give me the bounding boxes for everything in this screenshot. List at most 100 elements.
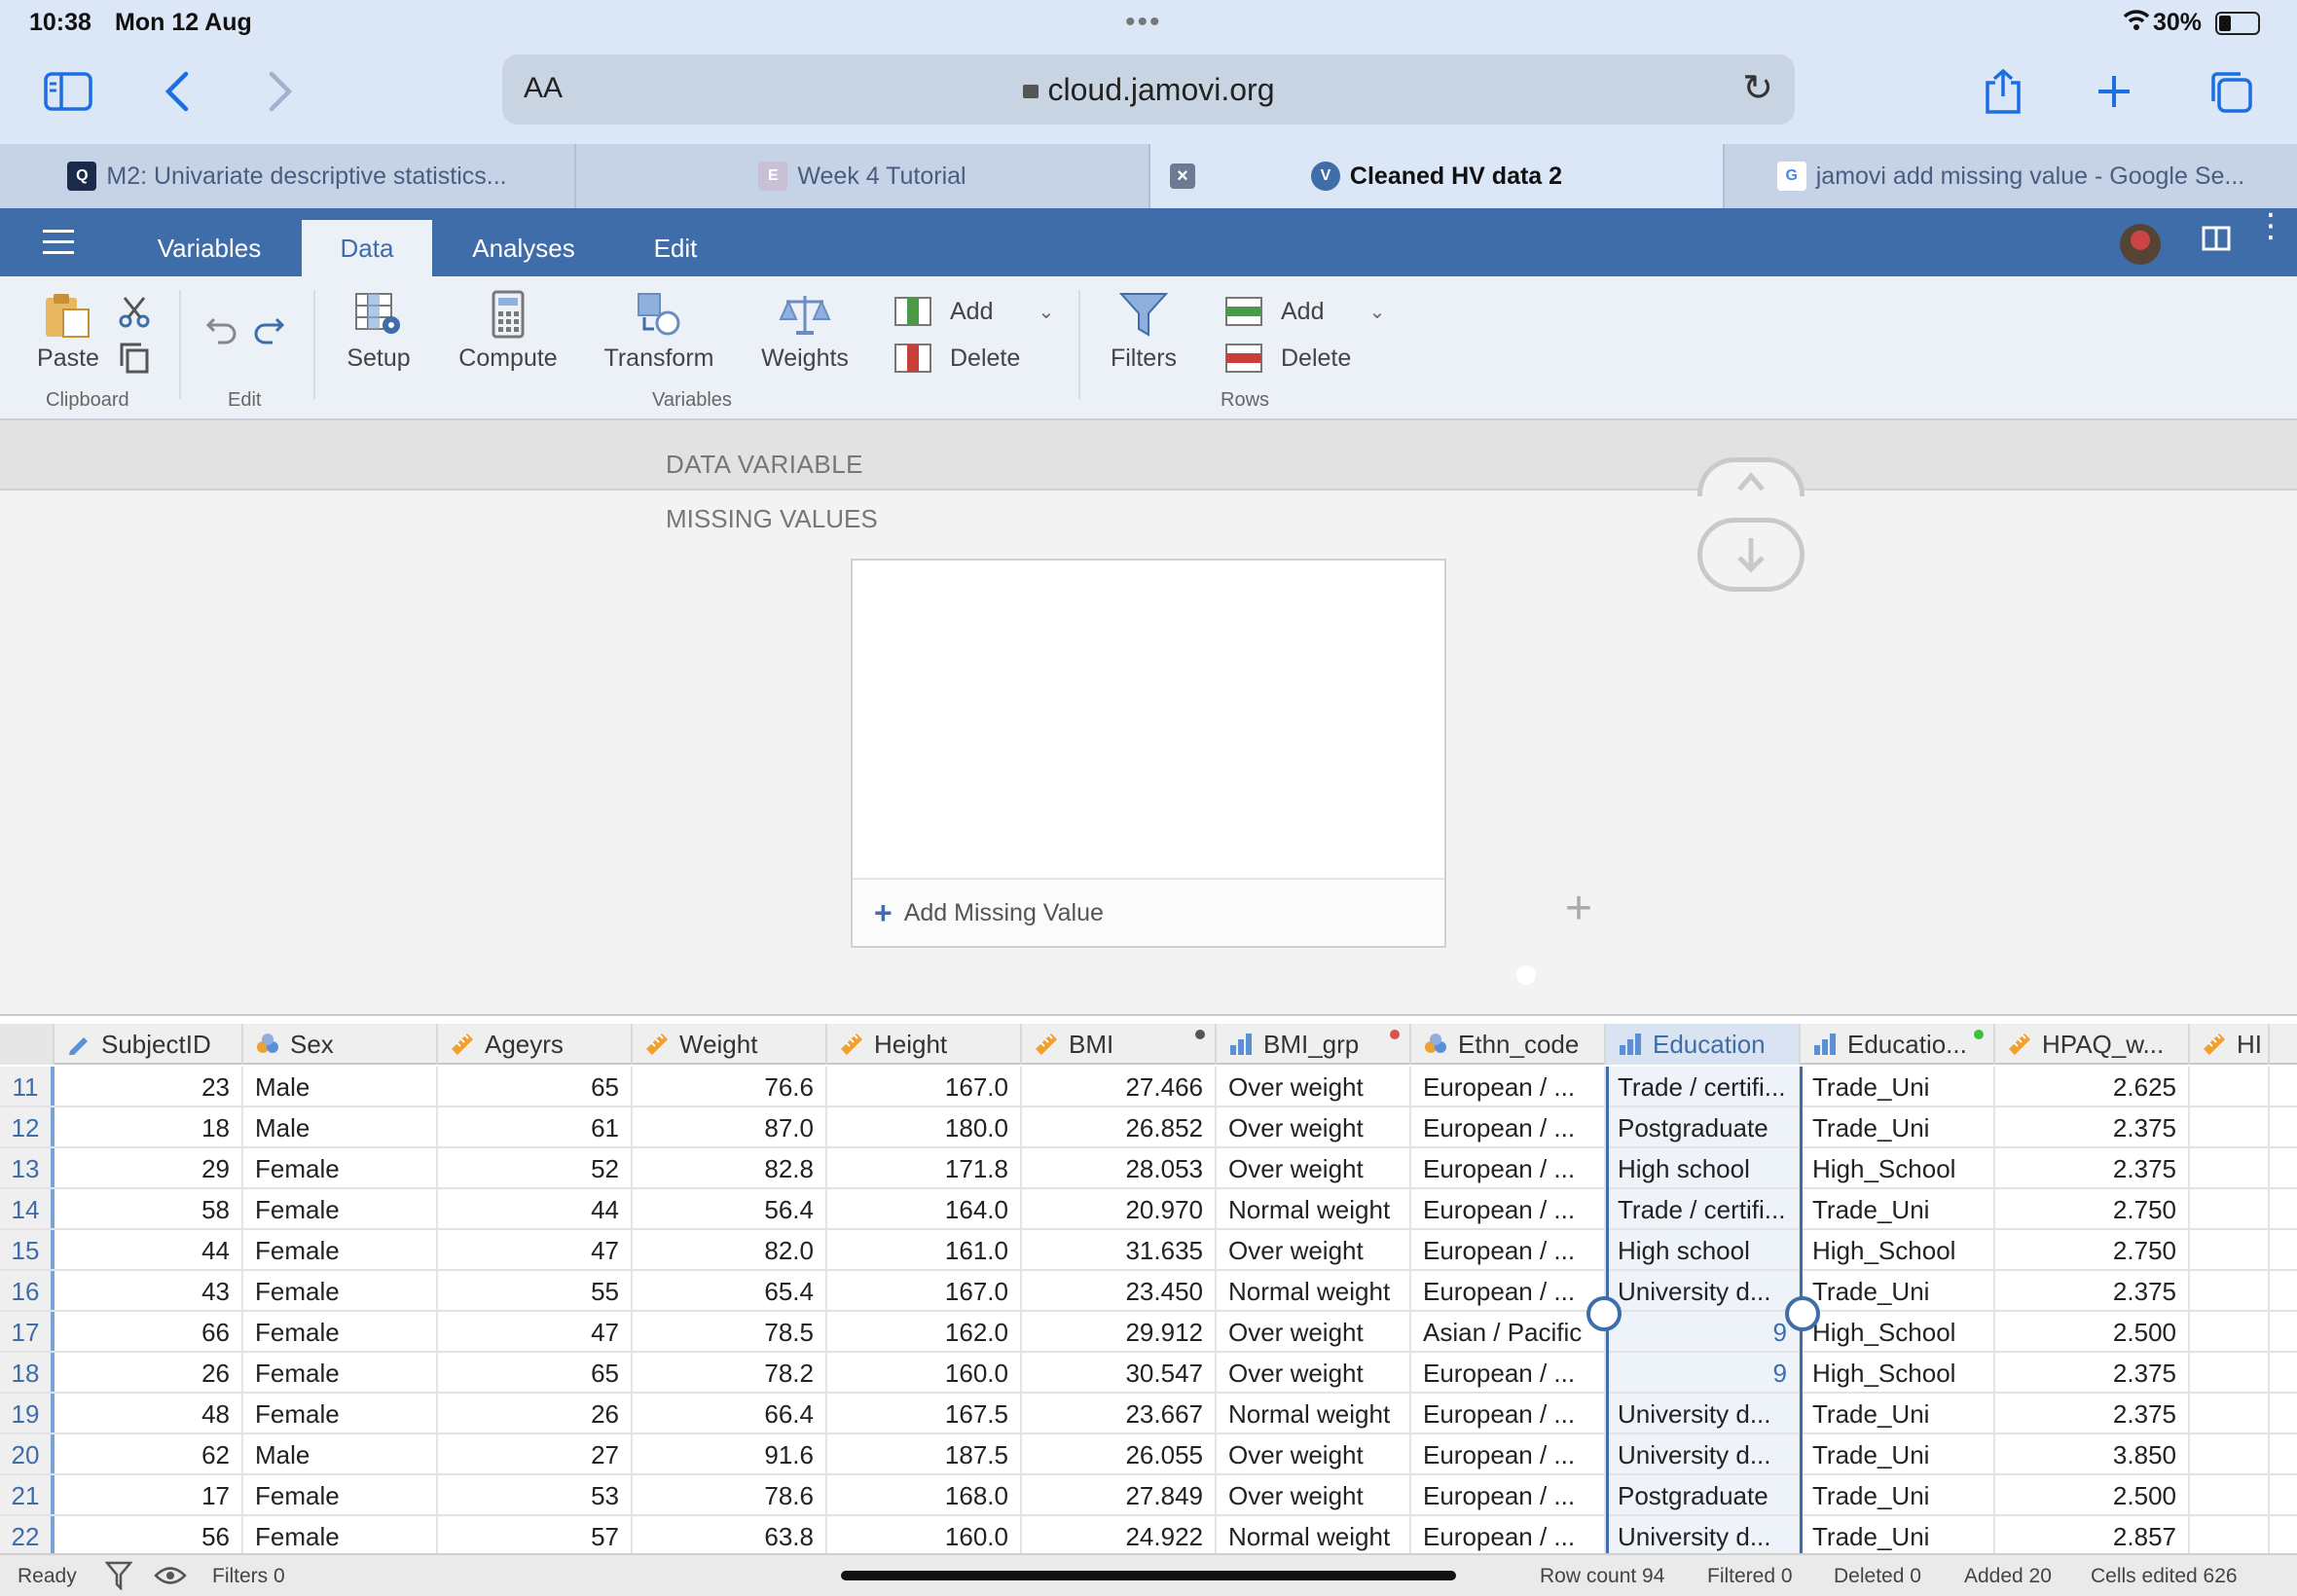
table-cell[interactable]: 2.857 xyxy=(1995,1516,2190,1553)
column-header[interactable]: BMI_grp xyxy=(1217,1024,1411,1065)
undo-icon[interactable] xyxy=(202,311,241,353)
table-cell[interactable] xyxy=(2190,1148,2270,1187)
table-cell[interactable]: 2.750 xyxy=(1995,1230,2190,1269)
column-header[interactable]: Ethn_code xyxy=(1411,1024,1606,1065)
table-cell[interactable]: 65 xyxy=(438,1067,633,1106)
table-cell[interactable]: 65 xyxy=(438,1353,633,1392)
table-cell[interactable] xyxy=(2190,1394,2270,1433)
table-cell[interactable]: 43 xyxy=(55,1271,243,1310)
table-cell[interactable]: Female xyxy=(243,1312,438,1351)
row-number[interactable]: 12 xyxy=(0,1107,55,1146)
table-cell[interactable] xyxy=(2190,1271,2270,1310)
row-number[interactable]: 13 xyxy=(0,1148,55,1187)
table-cell[interactable]: 23.450 xyxy=(1022,1271,1217,1310)
table-cell[interactable]: 26 xyxy=(438,1394,633,1433)
new-tab-icon[interactable] xyxy=(2083,60,2145,123)
table-cell[interactable] xyxy=(2190,1107,2270,1146)
table-cell[interactable]: Trade_Uni xyxy=(1801,1475,1995,1514)
table-row[interactable]: 11 23 Male 65 76.6 167.0 27.466 Over weight Euro… xyxy=(0,1067,2297,1107)
table-cell[interactable] xyxy=(2190,1230,2270,1269)
weights-button[interactable]: Weights xyxy=(751,290,858,373)
column-header[interactable]: Educatio... xyxy=(1801,1024,1995,1065)
table-cell[interactable]: Over weight xyxy=(1217,1148,1411,1187)
row-number[interactable]: 18 xyxy=(0,1353,55,1392)
table-cell[interactable]: Female xyxy=(243,1475,438,1514)
table-cell[interactable]: Female xyxy=(243,1516,438,1553)
table-cell[interactable]: High_School xyxy=(1801,1312,1995,1351)
table-cell[interactable]: 44 xyxy=(438,1189,633,1228)
table-cell[interactable]: 23.667 xyxy=(1022,1394,1217,1433)
row-number[interactable]: 20 xyxy=(0,1434,55,1473)
address-bar[interactable]: AA cloud.jamovi.org ↻ xyxy=(502,54,1795,125)
table-row[interactable]: 18 26 Female 65 78.2 160.0 30.547 Over weight Eu… xyxy=(0,1353,2297,1394)
table-cell[interactable]: European / ... xyxy=(1411,1353,1606,1392)
table-cell[interactable]: 20.970 xyxy=(1022,1189,1217,1228)
table-cell[interactable]: Male xyxy=(243,1107,438,1146)
table-cell[interactable]: 56 xyxy=(55,1516,243,1553)
table-cell[interactable]: European / ... xyxy=(1411,1394,1606,1433)
table-cell[interactable]: 56.4 xyxy=(633,1189,827,1228)
table-cell[interactable]: 28.053 xyxy=(1022,1148,1217,1187)
table-row[interactable]: 16 43 Female 55 65.4 167.0 23.450 Normal weight… xyxy=(0,1271,2297,1312)
table-cell[interactable]: Over weight xyxy=(1217,1312,1411,1351)
table-cell[interactable]: Female xyxy=(243,1353,438,1392)
table-cell[interactable]: 167.5 xyxy=(827,1394,1022,1433)
table-cell[interactable]: High_School xyxy=(1801,1230,1995,1269)
table-cell[interactable]: 167.0 xyxy=(827,1067,1022,1106)
forward-button[interactable] xyxy=(249,60,311,123)
table-cell[interactable]: Over weight xyxy=(1217,1107,1411,1146)
table-cell[interactable]: 2.375 xyxy=(1995,1353,2190,1392)
table-cell[interactable]: 180.0 xyxy=(827,1107,1022,1146)
table-cell[interactable]: Over weight xyxy=(1217,1230,1411,1269)
table-cell[interactable]: 168.0 xyxy=(827,1475,1022,1514)
table-cell[interactable]: 57 xyxy=(438,1516,633,1553)
transform-button[interactable]: Transform xyxy=(596,290,722,373)
table-cell[interactable] xyxy=(2190,1312,2270,1351)
delete-variable-button[interactable]: Delete xyxy=(893,343,1020,374)
table-cell[interactable]: 63.8 xyxy=(633,1516,827,1553)
table-cell[interactable]: 47 xyxy=(438,1312,633,1351)
table-cell[interactable]: European / ... xyxy=(1411,1271,1606,1310)
column-header[interactable]: Education xyxy=(1606,1024,1801,1065)
column-header[interactable]: Sex xyxy=(243,1024,438,1065)
table-row[interactable]: 19 48 Female 26 66.4 167.5 23.667 Normal weight… xyxy=(0,1394,2297,1434)
table-cell[interactable]: 47 xyxy=(438,1230,633,1269)
table-cell[interactable]: University d... xyxy=(1606,1434,1801,1473)
table-cell[interactable]: Trade_Uni xyxy=(1801,1516,1995,1553)
cut-icon[interactable] xyxy=(115,294,154,336)
table-cell[interactable]: 2.375 xyxy=(1995,1107,2190,1146)
filters-button[interactable]: Filters xyxy=(1100,290,1187,373)
table-cell[interactable]: 187.5 xyxy=(827,1434,1022,1473)
table-cell[interactable]: 29.912 xyxy=(1022,1312,1217,1351)
table-cell[interactable]: Over weight xyxy=(1217,1353,1411,1392)
table-cell[interactable]: 27.849 xyxy=(1022,1475,1217,1514)
table-cell[interactable]: 78.6 xyxy=(633,1475,827,1514)
table-cell[interactable]: 160.0 xyxy=(827,1353,1022,1392)
previous-variable-button[interactable] xyxy=(1697,457,1805,496)
table-cell[interactable]: 2.500 xyxy=(1995,1475,2190,1514)
table-cell[interactable]: Postgraduate xyxy=(1606,1107,1801,1146)
table-cell[interactable]: European / ... xyxy=(1411,1230,1606,1269)
table-cell[interactable]: Female xyxy=(243,1148,438,1187)
table-row[interactable]: 14 58 Female 44 56.4 164.0 20.970 Normal weight… xyxy=(0,1189,2297,1230)
tab-data[interactable]: Data xyxy=(302,220,432,276)
copy-icon[interactable] xyxy=(115,341,154,381)
next-variable-button[interactable] xyxy=(1697,518,1805,592)
table-cell[interactable]: 87.0 xyxy=(633,1107,827,1146)
table-row[interactable]: 21 17 Female 53 78.6 168.0 27.849 Over weight Eu… xyxy=(0,1475,2297,1516)
close-tab-icon[interactable]: × xyxy=(1170,163,1195,189)
compute-button[interactable]: Compute xyxy=(450,290,566,373)
table-cell[interactable]: 167.0 xyxy=(827,1271,1022,1310)
table-cell[interactable]: 160.0 xyxy=(827,1516,1022,1553)
table-cell[interactable]: 2.750 xyxy=(1995,1189,2190,1228)
table-cell[interactable]: 2.375 xyxy=(1995,1271,2190,1310)
table-cell[interactable]: 26.852 xyxy=(1022,1107,1217,1146)
add-variable-button[interactable]: Add ⌄ xyxy=(893,296,1054,327)
column-header[interactable]: Ageyrs xyxy=(438,1024,633,1065)
table-cell[interactable]: 171.8 xyxy=(827,1148,1022,1187)
column-header[interactable]: HI xyxy=(2190,1024,2270,1065)
table-cell[interactable]: Female xyxy=(243,1230,438,1269)
table-cell[interactable]: 52 xyxy=(438,1148,633,1187)
table-row[interactable]: 20 62 Male 27 91.6 187.5 26.055 Over weight Euro… xyxy=(0,1434,2297,1475)
row-number[interactable]: 15 xyxy=(0,1230,55,1269)
